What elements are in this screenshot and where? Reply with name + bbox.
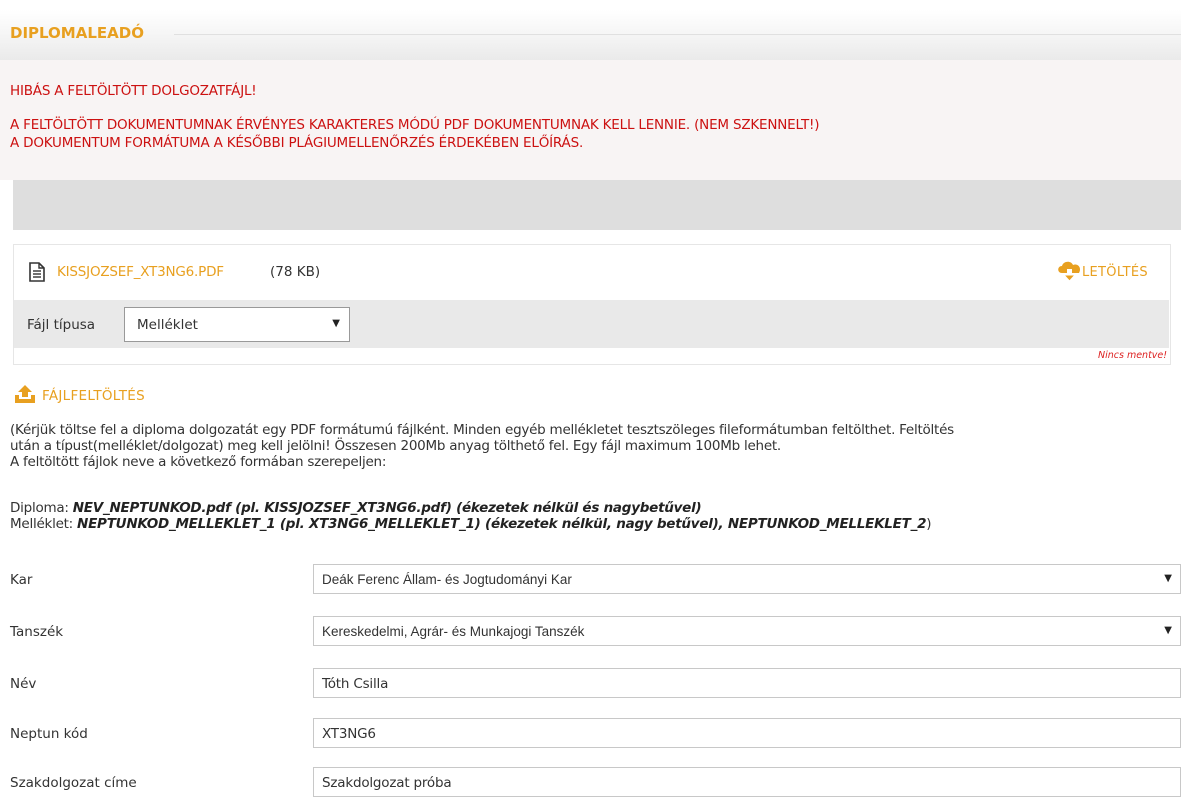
page-title: DIPLOMALEADÓ bbox=[10, 24, 144, 42]
melleklet-pattern: NEPTUNKOD_MELLEKLET_1 (pl. XT3NG6_MELLEK… bbox=[77, 516, 927, 532]
toolbar-bar bbox=[13, 180, 1181, 230]
chevron-down-icon: ▼ bbox=[1164, 625, 1172, 636]
chevron-down-icon: ▼ bbox=[332, 318, 340, 329]
file-type-value: Melléklet bbox=[137, 317, 198, 333]
file-type-select[interactable]: Melléklet ▼ bbox=[124, 307, 350, 342]
melleklet-label: Melléklet: bbox=[10, 516, 78, 532]
title-divider bbox=[174, 34, 1181, 35]
instruction-line: (Kérjük töltse fel a diploma dolgozatát … bbox=[10, 422, 954, 438]
tanszek-label: Tanszék bbox=[10, 624, 64, 640]
download-link[interactable]: LETÖLTÉS bbox=[1082, 265, 1148, 280]
instruction-line: A feltöltött fájlok neve a következő for… bbox=[10, 454, 387, 470]
upload-button[interactable]: FÁJLFELTÖLTÉS bbox=[42, 388, 145, 404]
upload-icon[interactable] bbox=[14, 384, 36, 404]
nev-input[interactable]: Tóth Csilla bbox=[313, 668, 1181, 698]
error-message: A FELTÖLTÖTT DOKUMENTUMNAK ÉRVÉNYES KARA… bbox=[10, 117, 820, 133]
diploma-label: Diploma: bbox=[10, 500, 73, 516]
nev-label: Név bbox=[10, 676, 37, 692]
upload-instructions: (Kérjük töltse fel a diploma dolgozatát … bbox=[10, 422, 1175, 470]
tanszek-value: Kereskedelmi, Agrár- és Munkajogi Tanszé… bbox=[322, 624, 585, 639]
neptun-input[interactable]: XT3NG6 bbox=[313, 718, 1181, 748]
kar-label: Kar bbox=[10, 572, 33, 588]
melleklet-tail: ) bbox=[926, 516, 932, 532]
error-title: HIBÁS A FELTÖLTÖTT DOLGOZATFÁJL! bbox=[10, 83, 257, 99]
cim-input[interactable]: Szakdolgozat próba bbox=[313, 767, 1181, 797]
file-type-label: Fájl típusa bbox=[27, 317, 96, 333]
kar-value: Deák Ferenc Állam- és Jogtudományi Kar bbox=[322, 572, 572, 587]
instruction-line: után a típust(melléklet/dolgozat) meg ke… bbox=[10, 438, 781, 454]
kar-select[interactable]: Deák Ferenc Állam- és Jogtudományi Kar ▼ bbox=[313, 564, 1181, 594]
file-name-link[interactable]: KISSJOZSEF_XT3NG6.PDF bbox=[57, 264, 224, 280]
header-bar bbox=[0, 10, 1181, 60]
document-icon bbox=[29, 262, 45, 282]
naming-patterns: Diploma: NEV_NEPTUNKOD.pdf (pl. KISSJOZS… bbox=[10, 500, 1175, 532]
chevron-down-icon: ▼ bbox=[1164, 573, 1172, 584]
diploma-pattern: NEV_NEPTUNKOD.pdf (pl. KISSJOZSEF_XT3NG6… bbox=[72, 500, 702, 516]
neptun-label: Neptun kód bbox=[10, 726, 88, 742]
file-size: (78 KB) bbox=[270, 264, 321, 280]
tanszek-select[interactable]: Kereskedelmi, Agrár- és Munkajogi Tanszé… bbox=[313, 616, 1181, 646]
neptun-value: XT3NG6 bbox=[322, 726, 376, 742]
save-status: Nincs mentve! bbox=[1098, 350, 1168, 361]
download-icon[interactable] bbox=[1056, 260, 1084, 282]
nev-value: Tóth Csilla bbox=[322, 676, 389, 692]
error-message-2: A DOKUMENTUM FORMÁTUMA A KÉSŐBBI PLÁGIUM… bbox=[10, 135, 584, 151]
